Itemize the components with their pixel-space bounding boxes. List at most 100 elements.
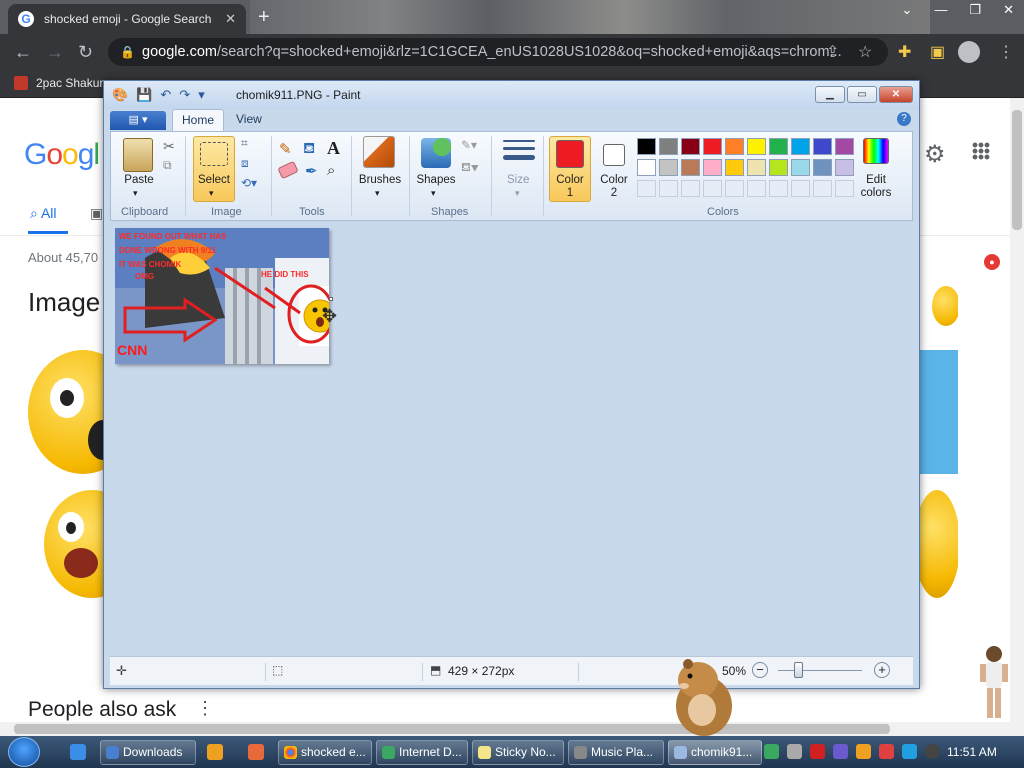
shapes-icon[interactable]	[421, 138, 451, 168]
resize-handle[interactable]	[329, 297, 333, 301]
resize-icon[interactable]: ⧈	[241, 156, 249, 171]
palette-swatch[interactable]	[769, 159, 788, 176]
emoji-thumbnail[interactable]	[932, 286, 960, 326]
chevron-down-icon[interactable]: ⌄	[902, 2, 913, 18]
canvas-image[interactable]: WE FOUND OUT WHAT HAS DONE WRONG WITH 9/…	[115, 228, 329, 364]
outline-icon[interactable]: ✎▾	[461, 138, 477, 152]
palette-swatch-empty[interactable]	[703, 180, 722, 197]
select-dropdown-icon[interactable]: ▾	[209, 188, 214, 199]
crop-icon[interactable]: ⌗	[241, 136, 248, 151]
tray-icon[interactable]	[925, 744, 940, 759]
eraser-icon[interactable]	[277, 160, 299, 180]
fill-bucket-icon[interactable]: ⛾	[303, 140, 315, 159]
tray-icon[interactable]	[764, 744, 779, 759]
scrollbar-thumb[interactable]	[1012, 110, 1022, 230]
tray-icon[interactable]	[879, 744, 894, 759]
paste-icon[interactable]	[123, 138, 153, 172]
color2-label[interactable]: Color	[595, 174, 633, 186]
paste-dropdown-icon[interactable]: ▾	[133, 188, 138, 199]
palette-swatch-empty[interactable]	[725, 180, 744, 197]
palette-swatch[interactable]	[835, 159, 854, 176]
tab-view[interactable]: View	[236, 112, 262, 126]
new-tab-button[interactable]: +	[258, 6, 270, 29]
customize-dropdown-icon[interactable]: ▾	[198, 87, 205, 103]
palette-swatch[interactable]	[659, 159, 678, 176]
minimize-icon[interactable]: —	[934, 2, 947, 18]
taskbar-chrome[interactable]: shocked e...	[278, 740, 372, 765]
palette-swatch[interactable]	[703, 159, 722, 176]
maximize-button[interactable]: ▭	[847, 86, 877, 103]
record-icon[interactable]: ●	[984, 254, 1000, 270]
gear-icon[interactable]: ⚙	[924, 140, 946, 169]
redo-icon[interactable]: ↷	[179, 87, 190, 103]
internet-explorer-icon[interactable]	[70, 744, 86, 760]
fill-icon[interactable]: ⛾▾	[461, 160, 479, 176]
palette-swatch[interactable]	[681, 159, 700, 176]
palette-swatch-empty[interactable]	[813, 180, 832, 197]
rotate-icon[interactable]: ⟲▾	[241, 176, 257, 190]
edit-colors-icon[interactable]	[863, 138, 889, 164]
tray-icon[interactable]	[902, 744, 917, 759]
magnifier-icon[interactable]: ⌕	[327, 162, 335, 179]
pencil-icon[interactable]: ✎	[279, 140, 292, 158]
zoom-slider[interactable]	[778, 670, 862, 671]
extension-puzzle-icon[interactable]: ✚	[898, 42, 911, 62]
edit-colors-label-2[interactable]: colors	[855, 187, 897, 199]
images-tab-icon[interactable]: ▣	[90, 205, 103, 222]
copy-icon[interactable]: ⧉	[163, 158, 172, 173]
start-button[interactable]	[8, 737, 40, 767]
palette-swatch[interactable]	[681, 138, 700, 155]
restore-icon[interactable]: ❐	[969, 2, 981, 18]
menu-dots-icon[interactable]: ⋮	[998, 42, 1014, 62]
taskbar-music-player[interactable]: Music Pla...	[568, 740, 664, 765]
sidepanel-icon[interactable]: ▣	[930, 42, 945, 62]
palette-swatch[interactable]	[791, 138, 810, 155]
cut-icon[interactable]: ✂	[163, 138, 175, 155]
apps-grid-icon[interactable]	[972, 142, 990, 160]
reload-icon[interactable]: ↻	[78, 42, 93, 63]
google-logo[interactable]: Googl	[24, 138, 100, 172]
palette-swatch[interactable]	[637, 159, 656, 176]
palette-swatch[interactable]	[813, 159, 832, 176]
close-icon[interactable]: ✕	[1003, 2, 1014, 18]
file-menu-button[interactable]: ▤ ▾	[110, 111, 166, 130]
palette-swatch[interactable]	[637, 138, 656, 155]
color2-swatch[interactable]	[603, 144, 625, 166]
palette-swatch-empty[interactable]	[835, 180, 854, 197]
tab-all[interactable]: ⌕ All	[30, 205, 57, 222]
paint-net-icon[interactable]	[248, 744, 264, 760]
color-picker-icon[interactable]: ✒	[305, 162, 318, 180]
palette-swatch-empty[interactable]	[747, 180, 766, 197]
taskbar-downloads[interactable]: Downloads	[100, 740, 196, 765]
palette-swatch-empty[interactable]	[659, 180, 678, 197]
paint-app-icon[interactable]: 🎨	[112, 87, 128, 103]
palette-swatch[interactable]	[747, 159, 766, 176]
shapes-dropdown-icon[interactable]: ▾	[431, 188, 436, 199]
more-options-icon[interactable]: ⋮	[196, 698, 214, 719]
back-arrow-icon[interactable]: ←	[14, 42, 32, 63]
palette-swatch-empty[interactable]	[681, 180, 700, 197]
zoom-in-button[interactable]: +	[874, 662, 890, 678]
bookmark-star-icon[interactable]: ☆	[858, 42, 872, 62]
browser-tab[interactable]: G shocked emoji - Google Search ✕	[8, 4, 246, 34]
size-label[interactable]: Size	[507, 174, 529, 186]
media-player-icon[interactable]	[207, 744, 223, 760]
size-dropdown-icon[interactable]: ▾	[515, 188, 520, 199]
help-icon[interactable]: ?	[897, 112, 911, 126]
palette-swatch-empty[interactable]	[791, 180, 810, 197]
tray-icon[interactable]	[856, 744, 871, 759]
brush-icon[interactable]	[363, 136, 395, 168]
tab-close-icon[interactable]: ✕	[225, 11, 236, 27]
desktop-dancer-gadget[interactable]	[972, 640, 1016, 724]
palette-swatch[interactable]	[791, 159, 810, 176]
bookmark-item[interactable]: 2pac Shakur	[14, 76, 103, 90]
minimize-button[interactable]: ▁	[815, 86, 845, 103]
palette-swatch[interactable]	[659, 138, 678, 155]
undo-icon[interactable]: ↶	[160, 87, 171, 103]
text-icon[interactable]: A	[327, 138, 340, 159]
close-button[interactable]: ✕	[879, 86, 913, 103]
palette-swatch-empty[interactable]	[637, 180, 656, 197]
save-icon[interactable]: 💾	[136, 87, 152, 103]
palette-swatch[interactable]	[813, 138, 832, 155]
palette-swatch[interactable]	[703, 138, 722, 155]
